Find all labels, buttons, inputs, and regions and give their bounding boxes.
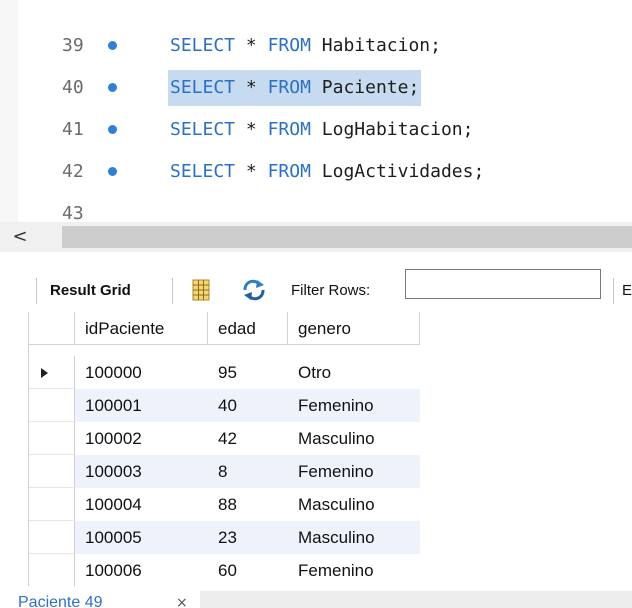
column-header-edad[interactable]: edad [208, 312, 288, 345]
table-cell[interactable]: 42 [208, 422, 288, 455]
table-cell[interactable]: Masculino [288, 521, 420, 554]
result-grid-button[interactable]: Result Grid [50, 278, 131, 304]
code-text[interactable]: SELECT * FROM LogHabitacion; [168, 112, 476, 148]
row-header[interactable] [28, 356, 75, 389]
table-row[interactable]: 100006 60 Femenino [28, 554, 420, 586]
grid-corner[interactable] [28, 312, 75, 345]
statement-marker-icon [108, 167, 117, 176]
table-cell[interactable]: Masculino [288, 422, 420, 455]
current-row-arrow-icon [41, 368, 48, 378]
code-line-42[interactable]: 42 SELECT * FROM LogActividades; [0, 154, 632, 190]
row-header[interactable] [28, 488, 75, 521]
close-icon[interactable]: × [176, 590, 188, 608]
code-text-selected[interactable]: SELECT * FROM Paciente; [168, 70, 422, 106]
table-cell[interactable]: 100004 [75, 488, 208, 521]
column-header-idpaciente[interactable]: idPaciente [75, 312, 208, 345]
table-cell[interactable]: Femenino [288, 554, 420, 586]
table-cell[interactable]: 60 [208, 554, 288, 586]
scrollbar-thumb[interactable] [62, 226, 632, 248]
refresh-icon[interactable] [241, 279, 267, 305]
sql-editor[interactable]: 39 SELECT * FROM Habitacion; 40 SELECT *… [0, 0, 632, 222]
code-text[interactable]: SELECT * FROM LogActividades; [168, 154, 486, 190]
tab-bar-background [200, 591, 632, 608]
statement-marker-icon [108, 41, 117, 50]
grid-layout-icon[interactable] [192, 279, 210, 305]
table-cell[interactable]: 40 [208, 389, 288, 422]
table-row[interactable]: 100005 23 Masculino [28, 521, 420, 554]
code-text[interactable]: SELECT * FROM Habitacion; [168, 28, 443, 64]
column-header-genero[interactable]: genero [288, 312, 420, 345]
table-cell[interactable]: 100002 [75, 422, 208, 455]
toolbar-divider [613, 278, 614, 304]
scroll-left-icon[interactable]: < [0, 222, 40, 252]
row-header[interactable] [28, 455, 75, 488]
result-tab-bar: Paciente 49 × [0, 588, 632, 608]
table-row[interactable]: 100000 95 Otro [28, 356, 420, 389]
table-cell[interactable]: 100000 [75, 356, 208, 389]
row-header[interactable] [28, 521, 75, 554]
table-cell[interactable]: 95 [208, 356, 288, 389]
table-cell[interactable]: Femenino [288, 389, 420, 422]
table-row[interactable]: 100004 88 Masculino [28, 488, 420, 521]
table-cell[interactable]: Masculino [288, 488, 420, 521]
statement-marker-icon [108, 83, 117, 92]
statement-marker-icon [108, 125, 117, 134]
row-header[interactable] [28, 389, 75, 422]
code-line-40[interactable]: 40 SELECT * FROM Paciente; [0, 70, 632, 106]
table-row[interactable]: 100003 8 Femenino [28, 455, 420, 488]
table-cell[interactable]: 8 [208, 455, 288, 488]
result-grid[interactable]: idPaciente edad genero 100000 95 Otro 10… [28, 312, 632, 586]
code-line-39[interactable]: 39 SELECT * FROM Habitacion; [0, 28, 632, 64]
code-line-41[interactable]: 41 SELECT * FROM LogHabitacion; [0, 112, 632, 148]
line-number: 43 [62, 203, 84, 222]
filter-rows-input[interactable] [405, 269, 601, 299]
table-cell[interactable]: 23 [208, 521, 288, 554]
line-number: 41 [62, 119, 84, 140]
line-number: 39 [62, 35, 84, 56]
row-header[interactable] [28, 554, 75, 586]
row-header[interactable] [28, 422, 75, 455]
table-cell[interactable]: 88 [208, 488, 288, 521]
result-toolbar: Result Grid Filter Rows: E [0, 264, 632, 314]
table-cell[interactable]: 100003 [75, 455, 208, 488]
table-cell[interactable]: 100001 [75, 389, 208, 422]
code-line-43[interactable]: 43 [0, 196, 632, 222]
table-cell[interactable]: Femenino [288, 455, 420, 488]
toolbar-divider [172, 278, 173, 304]
table-row[interactable]: 100001 40 Femenino [28, 389, 420, 422]
edit-label[interactable]: E [622, 278, 632, 304]
table-cell[interactable]: 100006 [75, 554, 208, 586]
tab-paciente-49[interactable]: Paciente 49 [18, 590, 103, 608]
table-row[interactable]: 100002 42 Masculino [28, 422, 420, 455]
toolbar-divider [36, 278, 37, 304]
grid-left-border [28, 312, 29, 586]
grid-header-row: idPaciente edad genero [28, 312, 420, 345]
table-cell[interactable]: Otro [288, 356, 420, 389]
editor-horizontal-scrollbar[interactable]: < [0, 222, 632, 252]
line-number: 40 [62, 77, 84, 98]
table-cell[interactable]: 100005 [75, 521, 208, 554]
filter-rows-label: Filter Rows: [291, 282, 371, 299]
line-number: 42 [62, 161, 84, 182]
